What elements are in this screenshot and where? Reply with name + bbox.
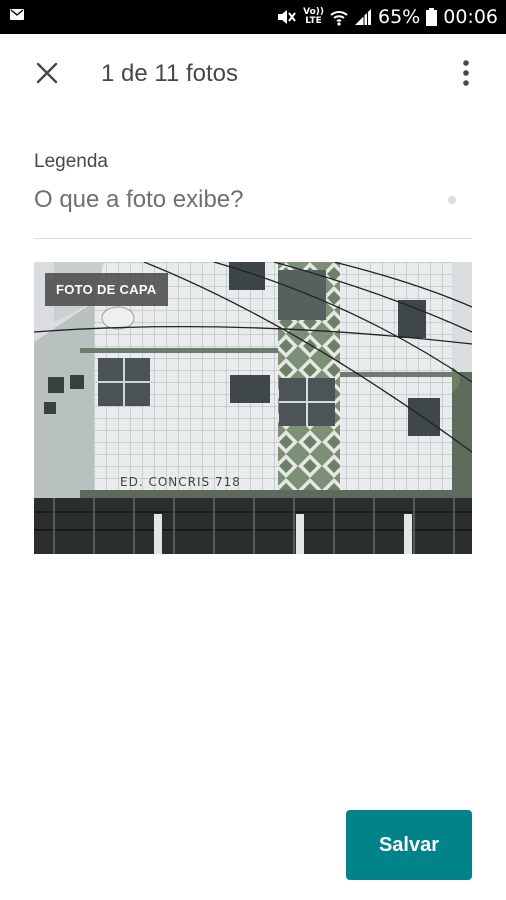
caption-label: Legenda — [34, 151, 108, 172]
status-bar: Vo)) LTE 65% 00:06 — [0, 0, 506, 34]
page-title: 1 de 11 fotos — [101, 60, 238, 87]
close-icon — [36, 62, 58, 84]
mute-icon — [278, 10, 296, 24]
building-photo[interactable]: ED. CONCRIS 718 FOTO DE CAPA — [34, 262, 472, 554]
battery-icon — [426, 8, 438, 26]
status-icons: Vo)) LTE 65% 00:06 — [277, 0, 498, 34]
wifi-icon — [330, 11, 348, 26]
battery-percent: 65% — [378, 6, 421, 28]
close-button[interactable] — [30, 56, 64, 90]
cover-photo-badge: FOTO DE CAPA — [45, 273, 168, 306]
divider — [34, 238, 472, 239]
input-indicator-dot — [448, 196, 456, 204]
building-sign-text: ED. CONCRIS 718 — [120, 475, 241, 489]
more-vertical-icon — [463, 60, 469, 86]
signal-icon — [355, 9, 371, 25]
network-label: Vo)) LTE — [303, 7, 324, 26]
clock: 00:06 — [443, 6, 498, 28]
more-options-button[interactable] — [452, 56, 480, 90]
mail-icon — [10, 9, 24, 20]
caption-input[interactable] — [34, 180, 472, 220]
save-button[interactable]: Salvar — [346, 810, 472, 880]
